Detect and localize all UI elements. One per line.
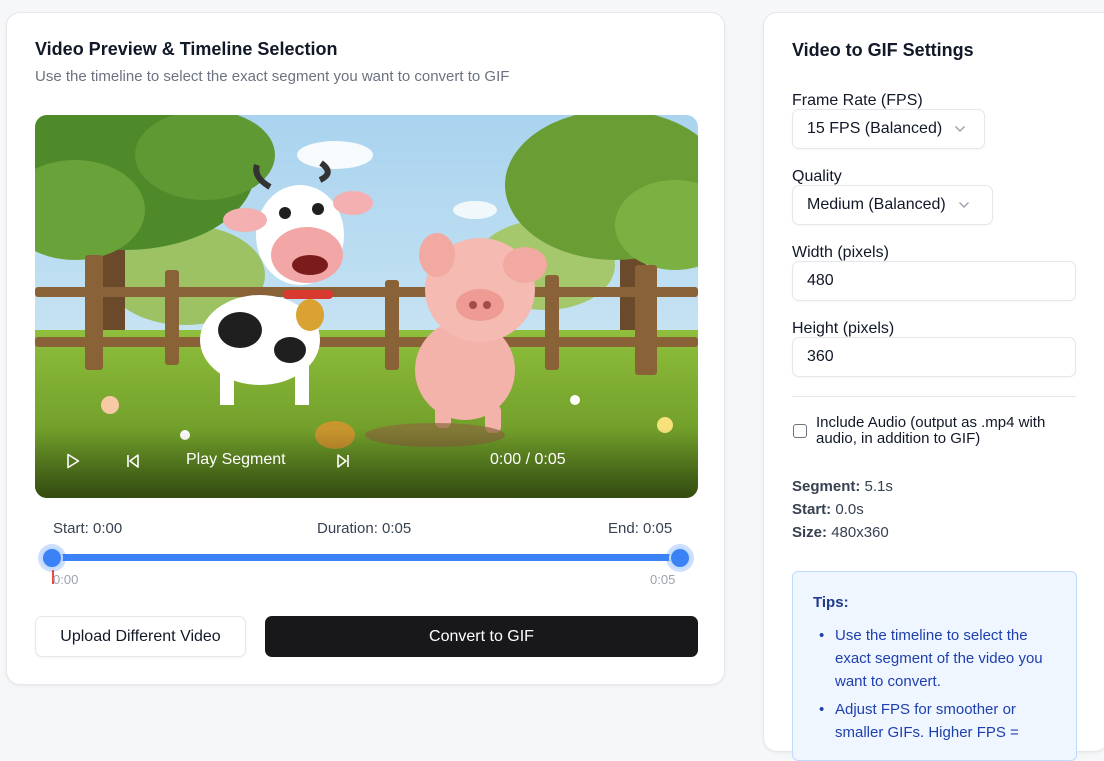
height-input[interactable]: 360	[792, 337, 1076, 377]
chevron-down-icon	[954, 120, 966, 138]
segment-stat-value: 5.1s	[864, 478, 893, 495]
segment-stat-key: Segment:	[792, 478, 861, 495]
time-display: 0:00 / 0:05	[490, 451, 566, 468]
skip-back-icon	[125, 453, 141, 469]
timeline-min-tick: 0:00	[53, 572, 79, 587]
divider	[792, 396, 1076, 397]
quality-value: Medium (Balanced)	[807, 196, 946, 213]
timeline-start-handle[interactable]	[41, 547, 63, 569]
skip-to-end-button[interactable]	[335, 453, 351, 469]
width-label: Width (pixels)	[792, 244, 889, 261]
timeline-start-label: Start: 0:00	[53, 520, 123, 537]
frame-rate-value: 15 FPS (Balanced)	[807, 120, 943, 137]
skip-to-start-button[interactable]	[125, 453, 141, 469]
size-stat: Size: 480x360	[792, 524, 889, 541]
preview-subtitle: Use the timeline to select the exact seg…	[35, 68, 510, 85]
start-stat: Start: 0.0s	[792, 501, 864, 518]
timeline-end-handle[interactable]	[669, 547, 691, 569]
tips-list: Use the timeline to select the exact seg…	[813, 624, 1063, 749]
timeline-end-label: End: 0:05	[608, 520, 673, 537]
settings-title: Video to GIF Settings	[792, 40, 974, 60]
height-label: Height (pixels)	[792, 320, 895, 337]
size-stat-key: Size:	[792, 524, 828, 541]
timeline-max-tick: 0:05	[650, 572, 676, 587]
quality-select[interactable]: Medium (Balanced)	[792, 185, 993, 225]
width-input[interactable]: 480	[792, 261, 1076, 301]
preview-title: Video Preview & Timeline Selection	[35, 39, 338, 59]
settings-card: Video to GIF Settings Frame Rate (FPS) 1…	[763, 12, 1104, 761]
chevron-down-icon	[958, 196, 970, 214]
skip-forward-icon	[335, 453, 351, 469]
upload-different-video-button[interactable]: Upload Different Video	[35, 616, 246, 657]
tips-title: Tips:	[813, 594, 849, 611]
timeline-selection-track[interactable]	[51, 554, 681, 561]
segment-stat: Segment: 5.1s	[792, 478, 893, 495]
start-stat-value: 0.0s	[835, 501, 864, 518]
frame-rate-select[interactable]: 15 FPS (Balanced)	[792, 109, 985, 149]
start-stat-key: Start:	[792, 501, 832, 518]
tip-item: Adjust FPS for smoother or smaller GIFs.…	[813, 698, 1063, 744]
video-preview-card: Video Preview & Timeline Selection Use t…	[6, 12, 725, 685]
include-audio-label[interactable]: Include Audio (output as .mp4 with audio…	[816, 415, 1076, 447]
convert-to-gif-button[interactable]: Convert to GIF	[265, 616, 698, 657]
include-audio-checkbox[interactable]	[793, 424, 807, 438]
play-button[interactable]	[65, 453, 81, 469]
timeline-duration-label: Duration: 0:05	[317, 520, 412, 537]
frame-rate-label: Frame Rate (FPS)	[792, 92, 923, 109]
quality-label: Quality	[792, 168, 842, 185]
video-player[interactable]: Play Segment 0:00 / 0:05	[35, 115, 698, 498]
tips-panel: Tips: Use the timeline to select the exa…	[792, 571, 1077, 761]
size-stat-value: 480x360	[831, 524, 889, 541]
play-segment-button[interactable]: Play Segment	[186, 451, 286, 469]
tip-item: Use the timeline to select the exact seg…	[813, 624, 1063, 693]
play-icon	[65, 453, 81, 469]
